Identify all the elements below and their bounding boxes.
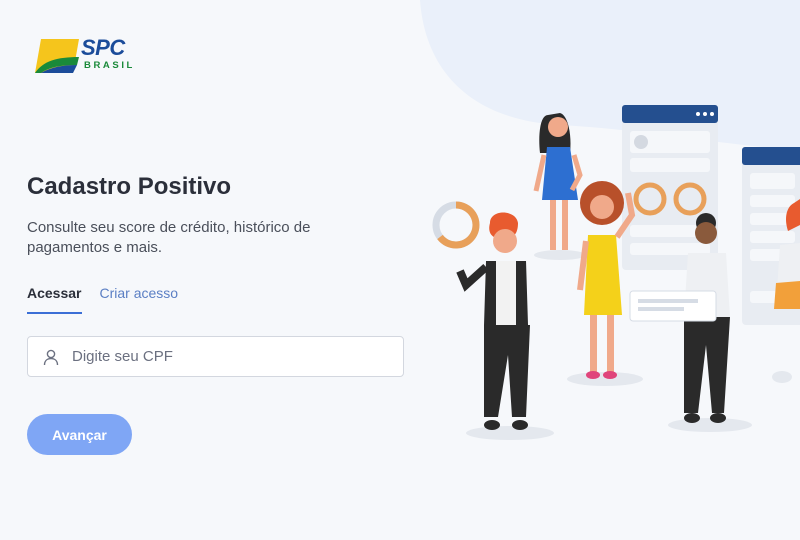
page-subtitle: Consulte seu score de crédito, histórico… bbox=[27, 219, 311, 256]
person-blue-dress bbox=[533, 113, 583, 250]
screen-back bbox=[622, 105, 718, 270]
auth-tabs: Acessar Criar acesso bbox=[27, 284, 178, 314]
cpf-input[interactable] bbox=[70, 347, 403, 366]
page-title: Cadastro Positivo bbox=[27, 173, 232, 200]
tab-acessar[interactable]: Acessar bbox=[27, 284, 82, 314]
people-illustration bbox=[432, 105, 800, 440]
logo-mark-icon bbox=[35, 39, 79, 73]
tab-criar-acesso[interactable]: Criar acesso bbox=[100, 284, 179, 314]
logo-subtitle: BRASIL bbox=[84, 60, 135, 71]
user-icon bbox=[43, 349, 59, 365]
spc-brasil-logo: SPC BRASIL bbox=[33, 37, 133, 77]
logo-wordmark: SPC bbox=[81, 35, 125, 60]
cpf-field[interactable] bbox=[27, 336, 404, 377]
avancar-button[interactable]: Avançar bbox=[27, 414, 132, 455]
person-red-hair bbox=[456, 212, 530, 430]
